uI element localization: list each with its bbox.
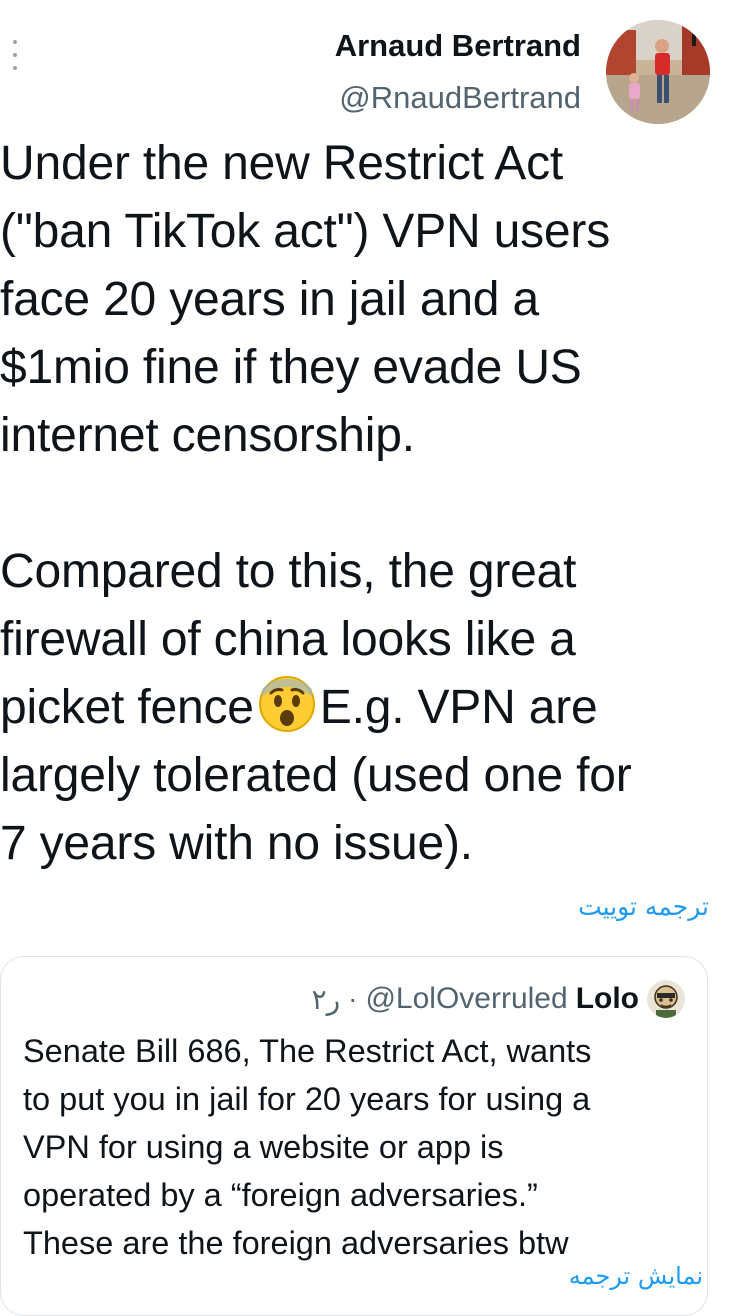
anguished-face-emoji-icon — [258, 675, 316, 733]
quoted-tweet-header: ۲ر · @LolOverruled Lolo — [312, 979, 685, 1019]
quoted-tweet-handle: @LolOverruled — [365, 982, 568, 1015]
tweet-text-part1: Under the new Restrict Act ("ban TikTok … — [0, 137, 611, 734]
translate-tweet-link[interactable]: ترجمه توییت — [578, 892, 709, 921]
quoted-tweet-author-name: Lolo — [575, 982, 639, 1015]
quoted-tweet-separator: · — [348, 983, 358, 1014]
tweet-text: Under the new Restrict Act ("ban TikTok … — [0, 130, 725, 878]
author-handle[interactable]: @RnaudBertrand — [339, 80, 581, 116]
author-avatar-image — [606, 20, 710, 124]
quoted-tweet-text: Senate Bill 686, The Restrict Act, wants… — [23, 1033, 592, 1261]
quoted-tweet-timestamp: ۲ر — [311, 982, 341, 1016]
more-options-icon[interactable] — [8, 40, 22, 70]
quoted-tweet-translate-link[interactable]: نمایش ترجمه — [569, 1262, 703, 1290]
quoted-tweet-avatar — [647, 980, 685, 1018]
author-avatar[interactable] — [606, 20, 710, 124]
author-name[interactable]: Arnaud Bertrand — [335, 28, 581, 64]
